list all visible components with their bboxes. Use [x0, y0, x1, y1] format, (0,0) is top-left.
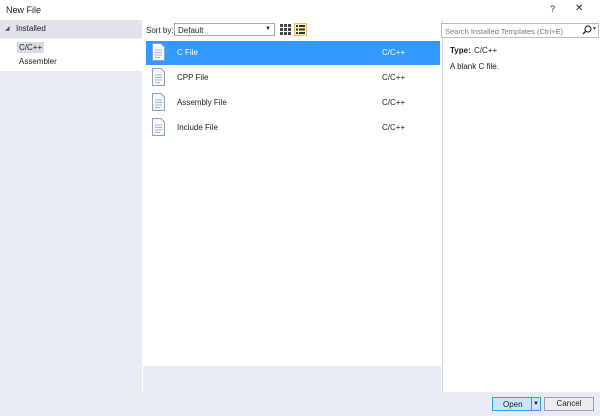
collapse-triangle-icon[interactable]: ◢ — [5, 25, 10, 32]
template-language: C/C++ — [382, 48, 406, 57]
open-button-label: Open — [503, 400, 523, 409]
category-item-assembler[interactable]: Assembler — [19, 57, 57, 66]
dialog-title: New File — [6, 5, 42, 15]
type-value: C/C++ — [474, 46, 498, 55]
template-language: C/C++ — [382, 73, 406, 82]
template-row-cpp-file[interactable]: CPP File C/C++ — [146, 66, 440, 90]
search-input[interactable]: Search Installed Templates (Ctrl+E) — [445, 27, 563, 36]
installed-label: Installed — [16, 24, 46, 33]
list-view-icon — [296, 25, 305, 34]
file-icon — [152, 68, 165, 86]
file-icon — [152, 118, 165, 136]
open-button[interactable]: Open — [492, 397, 532, 411]
help-button[interactable]: ? — [550, 4, 555, 14]
type-label: Type: — [450, 46, 471, 55]
template-name: CPP File — [177, 73, 209, 82]
open-options-chevron-icon[interactable]: ▼ — [531, 397, 541, 411]
chevron-down-icon: ▼ — [265, 26, 271, 32]
template-row-assembly-file[interactable]: Assembly File C/C++ — [146, 91, 440, 115]
file-icon — [152, 43, 165, 61]
search-box[interactable]: Search Installed Templates (Ctrl+E) ▼ — [441, 23, 599, 38]
category-item-cpp[interactable]: C/C++ — [17, 42, 45, 53]
template-description: A blank C file. — [450, 62, 499, 71]
template-name: C File — [177, 48, 198, 57]
sort-by-label: Sort by: — [146, 26, 174, 35]
template-name: Assembly File — [177, 98, 227, 107]
search-options-chevron-icon[interactable]: ▼ — [592, 26, 597, 32]
template-row-include-file[interactable]: Include File C/C++ — [146, 116, 440, 140]
details-panel — [442, 20, 600, 392]
search-icon[interactable] — [582, 25, 592, 35]
cancel-button[interactable]: Cancel — [544, 397, 594, 411]
list-view-button[interactable] — [294, 23, 307, 36]
template-row-c-file[interactable]: C File C/C++ — [146, 41, 440, 65]
sort-dropdown-value: Default — [178, 26, 204, 35]
file-icon — [152, 93, 165, 111]
template-language: C/C++ — [382, 123, 406, 132]
template-language: C/C++ — [382, 98, 406, 107]
template-name: Include File — [177, 123, 218, 132]
title-bar — [0, 0, 600, 20]
grid-view-icon[interactable] — [280, 24, 291, 35]
sort-dropdown[interactable]: Default ▼ — [174, 23, 275, 36]
close-button[interactable]: ✕ — [575, 3, 583, 14]
template-panel-bottom — [143, 366, 441, 392]
category-panel — [0, 20, 142, 392]
